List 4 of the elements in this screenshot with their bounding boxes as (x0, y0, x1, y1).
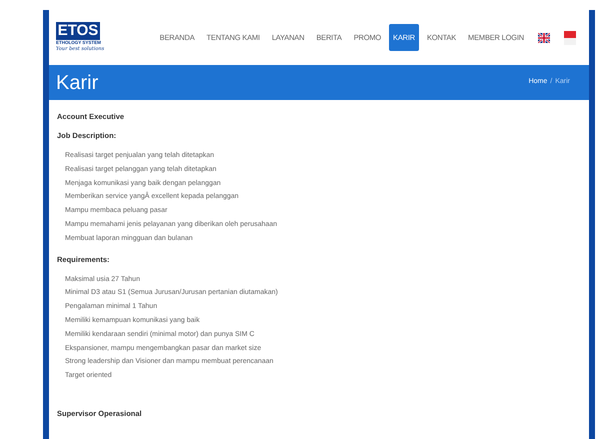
page-title: Karir (56, 70, 98, 96)
logo-text: ETOS (56, 22, 100, 40)
indonesia-flag-icon[interactable] (564, 30, 576, 44)
uk-flag-icon[interactable] (538, 32, 550, 42)
